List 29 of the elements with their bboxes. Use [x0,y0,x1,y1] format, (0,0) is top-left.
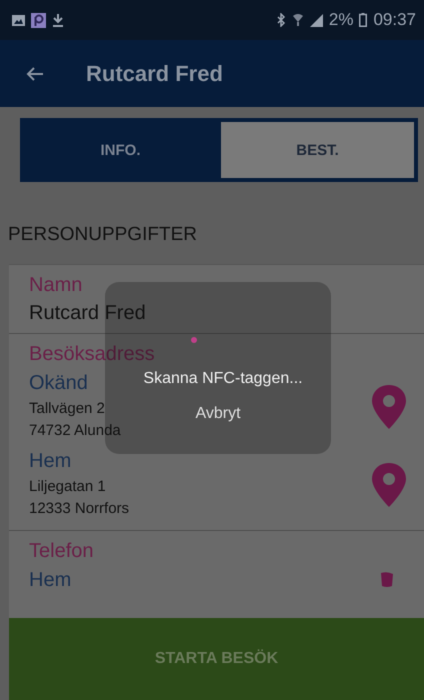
address-city: 74732 Alunda [29,421,121,441]
address-city: 12333 Norrfors [29,499,130,519]
field-value: Rutcard Fred [29,301,147,326]
clock: 09:37 [373,10,416,30]
wifi-icon [292,13,304,27]
map-pin-icon[interactable] [372,463,406,507]
address-type: Hem [29,449,72,474]
address-type: Okänd [29,371,89,396]
download-icon [52,13,64,27]
field-label: Telefon [29,539,94,564]
app-icon [31,12,46,28]
field-label: Besöksadress [29,342,156,367]
progress-indicator-icon [191,337,197,343]
battery-percent: 2% [328,10,354,30]
tab[interactable]: BEST. [221,122,414,178]
dialog-message: Skanna NFC-taggen... [142,370,303,388]
section-title: PERSONUPPGIFTER [7,223,198,247]
field-label: Namn [29,273,84,298]
signal-icon [310,14,323,26]
image-icon [12,14,25,26]
screen-title: Rutcard Fred [86,60,223,86]
back-arrow-icon [26,66,44,82]
battery-icon [359,13,368,27]
bluetooth-icon [276,13,286,27]
cancel-button[interactable]: Avbryt [189,404,247,424]
address-street: Tallvägen 2 [29,399,106,419]
phone-type: Hem [29,568,72,593]
map-pin-icon[interactable] [372,385,406,429]
address-street: Liljegatan 1 [29,477,107,497]
